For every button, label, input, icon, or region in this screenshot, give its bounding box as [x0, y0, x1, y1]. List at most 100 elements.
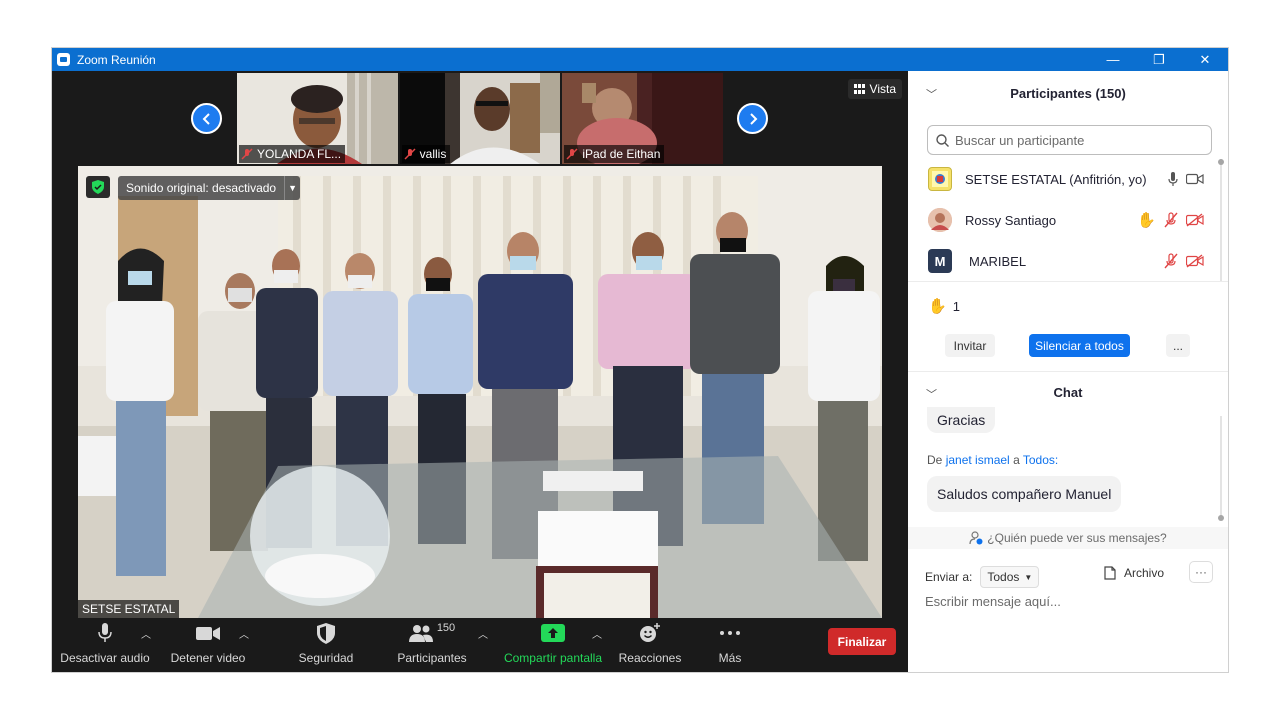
original-sound-label: Sonido original: desactivado: [118, 176, 285, 200]
thumbnail-label: vallis: [401, 145, 451, 163]
video-off-icon[interactable]: [1186, 254, 1204, 268]
minimize-button[interactable]: —: [1090, 48, 1136, 71]
chat-more-button[interactable]: ···: [1189, 561, 1213, 583]
mute-audio-button[interactable]: Desactivar audio: [60, 618, 150, 672]
thumbnail-label: YOLANDA FL...: [239, 145, 346, 163]
microphone-icon[interactable]: [1168, 171, 1178, 187]
end-meeting-button[interactable]: Finalizar: [828, 628, 896, 655]
chevron-down-icon: ▼: [1024, 572, 1033, 582]
person-info-icon: [969, 531, 983, 545]
participant-thumbnail[interactable]: YOLANDA FL...: [237, 73, 398, 164]
search-placeholder: Buscar un participante: [955, 132, 1085, 148]
view-button-label: Vista: [869, 82, 896, 96]
raised-hand-icon: ✋: [1137, 212, 1156, 229]
chat-message-sender: De janet ismael a Todos:: [927, 453, 1058, 467]
from-prefix: De: [927, 453, 943, 467]
divider: [908, 281, 1228, 282]
muted-mic-icon[interactable]: [1164, 253, 1178, 269]
chevron-right-icon: [749, 112, 757, 125]
chat-header: ﹀ Chat: [908, 380, 1228, 406]
participants-button[interactable]: 150 Participantes: [391, 618, 473, 672]
video-camera-icon[interactable]: [1186, 173, 1204, 185]
sender-name[interactable]: janet ismael: [946, 453, 1010, 467]
share-screen-button[interactable]: Compartir pantalla: [501, 618, 605, 672]
audio-options-caret-icon[interactable]: ︿: [141, 626, 151, 641]
participant-search-input[interactable]: Buscar un participante: [927, 125, 1212, 155]
participants-header: ﹀ Participantes (150): [908, 71, 1228, 115]
reactions-button[interactable]: Reacciones: [615, 618, 685, 672]
send-to-label: Enviar a:: [925, 570, 973, 584]
participants-scrollbar[interactable]: [1218, 159, 1224, 281]
file-button[interactable]: Archivo: [1104, 566, 1164, 580]
send-to-select[interactable]: Todos ▼: [980, 566, 1040, 588]
security-button[interactable]: Seguridad: [293, 618, 359, 672]
participant-row[interactable]: SETSE ESTATAL (Anfitrión, yo): [908, 160, 1220, 198]
share-options-caret-icon[interactable]: ︿: [592, 626, 602, 641]
active-speaker-video[interactable]: Sonido original: desactivado ▼ SETSE EST…: [78, 166, 882, 618]
hands-raised-count: ✋ 1: [928, 297, 960, 315]
window-title: Zoom Reunión: [77, 52, 156, 67]
encryption-shield-icon[interactable]: [86, 176, 110, 198]
avatar: M: [928, 249, 952, 273]
next-page-button[interactable]: [737, 103, 768, 134]
muted-mic-icon[interactable]: [1164, 212, 1178, 228]
chevron-down-icon[interactable]: ▼: [284, 176, 301, 200]
group-photo-image: [78, 166, 882, 618]
participant-count-badge: 150: [436, 622, 456, 634]
raised-hand-icon: ✋: [928, 298, 947, 315]
thumbnail-label: iPad de Eithan: [564, 145, 665, 163]
shield-icon: [317, 622, 335, 644]
participant-row[interactable]: Rossy Santiago ✋: [908, 201, 1220, 239]
participants-icon: [408, 625, 433, 642]
video-off-icon[interactable]: [1186, 213, 1204, 227]
smiley-plus-icon: [640, 623, 660, 642]
participant-name: MARIBEL: [969, 253, 1027, 269]
recipient-name[interactable]: Todos:: [1023, 453, 1058, 467]
to-word: a: [1013, 453, 1020, 467]
meeting-toolbar: Desactivar audio ︿ Detener video ︿ Segur…: [52, 618, 908, 672]
muted-mic-icon: [241, 148, 253, 160]
avatar: [928, 167, 952, 191]
active-speaker-name: SETSE ESTATAL: [78, 600, 180, 618]
thumbnail-name: YOLANDA FL...: [257, 147, 342, 161]
chat-scrollbar[interactable]: [1218, 416, 1224, 526]
restore-button[interactable]: ❐: [1136, 48, 1182, 71]
share-screen-label: Compartir pantalla: [503, 651, 603, 665]
chat-title: Chat: [1053, 385, 1083, 400]
file-label: Archivo: [1124, 566, 1165, 580]
invite-button[interactable]: Invitar: [945, 334, 995, 357]
participant-thumbnail[interactable]: iPad de Eithan: [562, 73, 724, 164]
muted-mic-icon: [566, 148, 578, 160]
previous-page-button[interactable]: [191, 103, 222, 134]
participant-row[interactable]: M MARIBEL: [908, 242, 1220, 280]
union-logo-icon: [932, 171, 948, 187]
chat-message-input[interactable]: Escribir mensaje aquí...: [925, 594, 1215, 609]
stop-video-label: Detener video: [170, 651, 246, 665]
more-button[interactable]: Más: [707, 618, 753, 672]
who-can-see-messages-link[interactable]: ¿Quién puede ver sus mensajes?: [908, 527, 1228, 549]
participants-title: Participantes (150): [1010, 86, 1126, 101]
file-icon: [1104, 566, 1116, 580]
mute-audio-label: Desactivar audio: [60, 651, 150, 665]
muted-mic-icon: [404, 148, 416, 160]
divider: [908, 371, 1228, 372]
meeting-area: YOLANDA FL... vallis iPad de Eithan Vist…: [52, 71, 908, 672]
shield-check-icon: [92, 180, 104, 194]
profile-photo-icon: [928, 208, 952, 232]
side-panel: ﹀ Participantes (150) Buscar un particip…: [908, 71, 1228, 672]
participant-thumbnail[interactable]: vallis: [399, 73, 561, 164]
participants-options-caret-icon[interactable]: ︿: [478, 626, 488, 641]
thumbnail-name: vallis: [419, 147, 447, 161]
participants-more-button[interactable]: ...: [1166, 334, 1190, 357]
chat-message-bubble: Gracias: [927, 407, 996, 433]
video-camera-icon: [196, 626, 220, 640]
close-button[interactable]: ✕: [1182, 48, 1228, 71]
mute-all-button[interactable]: Silenciar a todos: [1029, 334, 1130, 357]
title-bar: Zoom Reunión — ❐ ✕: [52, 48, 1228, 71]
video-options-caret-icon[interactable]: ︿: [239, 626, 249, 641]
more-label: Más: [718, 651, 742, 665]
original-sound-toggle[interactable]: Sonido original: desactivado ▼: [118, 176, 301, 200]
send-to-value: Todos: [987, 570, 1020, 584]
who-can-see-label: ¿Quién puede ver sus mensajes?: [987, 531, 1167, 545]
view-button[interactable]: Vista: [847, 79, 902, 99]
